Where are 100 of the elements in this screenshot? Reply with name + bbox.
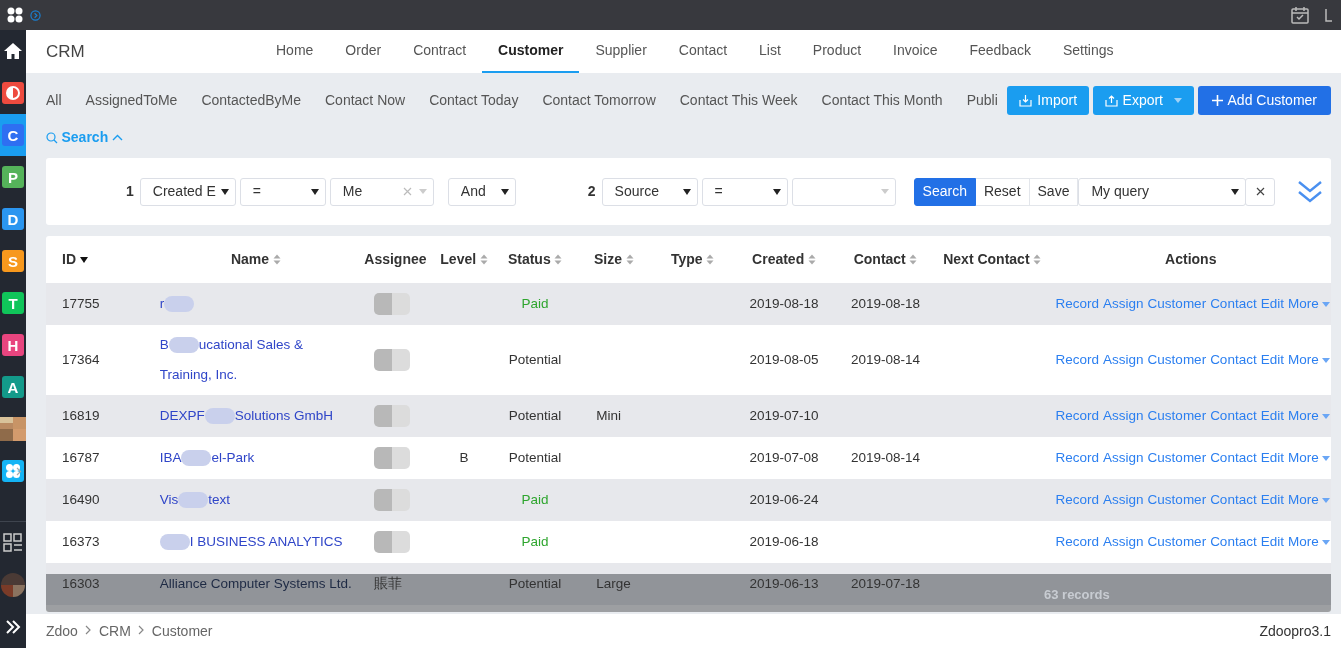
action-link[interactable]: Edit [1260,449,1284,465]
nav-tab[interactable]: List [743,30,797,73]
nav-tab[interactable]: Contact [662,30,744,73]
app-icon[interactable] [2,82,24,104]
nav-tab[interactable]: Contract [397,30,483,73]
filter-tab[interactable]: Contact Now [325,89,406,111]
search-button[interactable]: Search [913,177,976,206]
nav-tab[interactable]: Settings [1046,30,1130,73]
customer-name-link[interactable]: Alliance Computer Systems Ltd. [159,576,352,591]
filter-tab[interactable]: Contact Today [429,89,519,111]
filter-tab[interactable]: All [46,89,62,111]
sort-icon[interactable] [807,254,816,265]
action-link[interactable]: Record [1055,491,1100,507]
avatar-icon[interactable] [1,573,25,597]
filter-tab[interactable]: AssignedToMe [85,89,178,111]
home-icon[interactable] [3,42,23,60]
action-link[interactable]: More [1287,351,1330,367]
customer-name-link[interactable]: ucational Sales & [198,337,303,352]
sort-icon[interactable] [479,254,488,265]
action-link[interactable]: Contact [1210,533,1257,549]
customer-name-link[interactable]: Vis [159,492,179,507]
action-link[interactable]: Record [1055,449,1100,465]
nav-tab[interactable]: Invoice [877,30,954,73]
field-select[interactable]: Source [601,177,698,206]
action-link[interactable]: Assign [1103,295,1144,311]
clear-icon[interactable] [402,187,412,196]
action-link[interactable]: Customer [1147,533,1207,549]
logic-select[interactable]: And [447,177,516,206]
app-icon[interactable]: H [2,334,24,356]
sort-icon[interactable] [272,254,281,265]
column-header[interactable]: Level [440,249,488,270]
column-header[interactable]: Size [594,249,634,270]
column-header[interactable]: Type [670,249,715,270]
action-link[interactable]: More [1287,295,1330,311]
action-link[interactable]: More [1287,491,1330,507]
customer-name-link[interactable]: text [208,492,230,507]
action-link[interactable]: Assign [1103,407,1144,423]
action-link[interactable]: Record [1055,295,1100,311]
app-icon[interactable]: D [2,208,24,230]
chevron-circle-icon[interactable] [30,9,41,21]
sort-icon[interactable] [625,254,634,265]
customer-name-link[interactable]: I BUSINESS ANALYTICS [189,534,343,549]
sort-icon[interactable] [554,254,563,265]
customer-name-link[interactable]: Training, Inc. [159,367,238,382]
value-select[interactable]: Me [329,177,434,206]
action-link[interactable]: Customer [1147,351,1207,367]
column-header[interactable]: Contact [853,249,918,270]
column-header[interactable]: ID [62,249,88,270]
column-header[interactable]: Created [752,249,816,270]
action-link[interactable]: Customer [1147,449,1207,465]
collapse-icon[interactable] [1297,179,1324,204]
customer-name-link[interactable]: el-Park [211,450,255,465]
action-link[interactable]: More [1287,449,1330,465]
sort-icon[interactable] [706,254,715,265]
column-header[interactable]: Next Contact [943,249,1042,270]
action-link[interactable]: Assign [1103,449,1144,465]
operator-select[interactable]: = [701,177,788,206]
column-header[interactable]: Status [507,249,563,270]
customer-name-link[interactable]: B [159,337,169,352]
action-link[interactable]: Contact [1210,449,1257,465]
nav-tab[interactable]: Home [260,30,330,73]
action-link[interactable]: Edit [1260,407,1284,423]
customer-name-link[interactable]: IBA [159,450,182,465]
save-button[interactable]: Save [1029,177,1079,206]
add-button[interactable]: Add Customer [1197,85,1331,115]
action-link[interactable]: More [1287,407,1330,423]
action-link[interactable]: More [1287,533,1330,549]
query-select[interactable]: My query [1078,177,1247,206]
app-icon[interactable] [2,460,24,482]
breadcrumb-link[interactable]: CRM [98,620,131,642]
breadcrumb-link[interactable]: Customer [151,620,213,642]
app-icon[interactable]: A [2,376,24,398]
action-link[interactable]: Assign [1103,491,1144,507]
nav-tab[interactable]: Feedback [953,30,1047,73]
action-link[interactable]: Edit [1260,295,1284,311]
action-link[interactable]: Customer [1147,407,1207,423]
sort-icon[interactable] [909,254,918,265]
action-link[interactable]: Record [1055,533,1100,549]
app-grid-icon[interactable] [7,7,23,23]
sort-icon[interactable] [1033,254,1042,265]
calendar-icon[interactable] [1290,5,1310,25]
field-select[interactable]: Created E [139,177,236,206]
app-icon[interactable]: C [2,124,24,146]
nav-tab[interactable]: Product [796,30,878,73]
nav-tab[interactable]: Order [329,30,398,73]
filter-tab[interactable]: Publi [966,89,998,111]
action-link[interactable]: Contact [1210,491,1257,507]
action-link[interactable]: Edit [1260,491,1284,507]
action-link[interactable]: Assign [1103,533,1144,549]
action-link[interactable]: Customer [1147,491,1207,507]
action-link[interactable]: Contact [1210,407,1257,423]
filter-tab[interactable]: Contact Tomorrow [542,89,656,111]
action-link[interactable]: Record [1055,407,1100,423]
nav-tab[interactable]: Supplier [579,30,663,73]
action-link[interactable]: Customer [1147,295,1207,311]
customer-name-link[interactable]: r [159,296,165,311]
customer-name-link[interactable]: DEXPF [159,408,205,423]
action-link[interactable]: Assign [1103,351,1144,367]
expand-icon[interactable] [5,620,21,634]
clear-button[interactable] [1245,177,1276,206]
